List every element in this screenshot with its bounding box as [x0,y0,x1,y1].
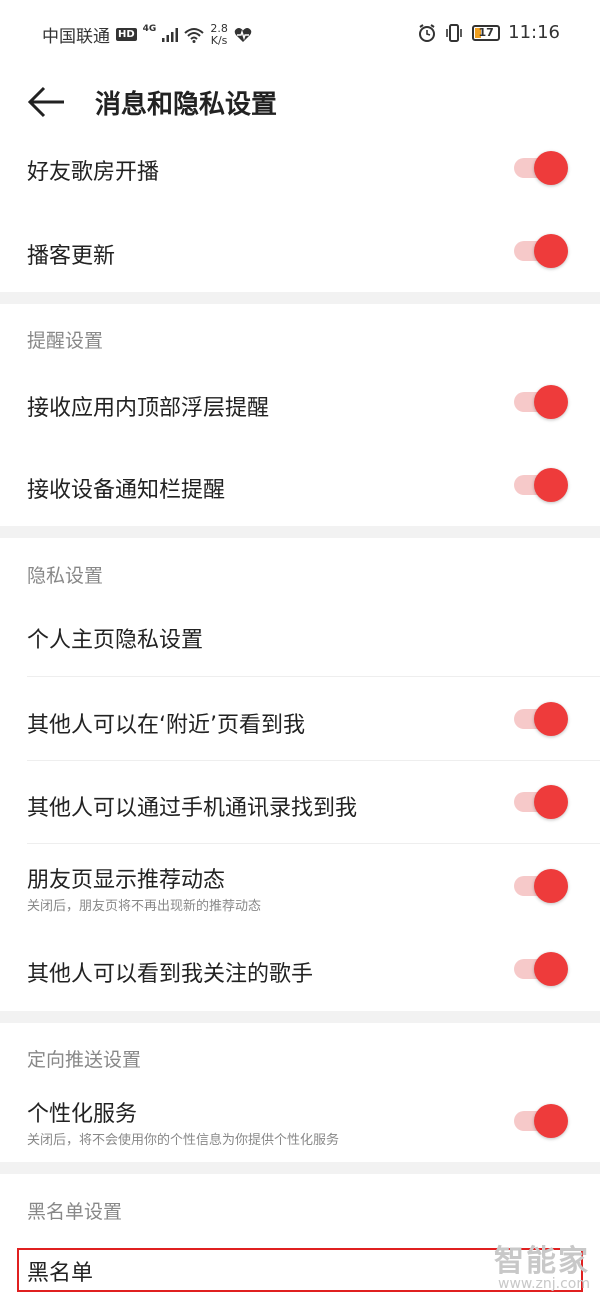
friend-recommend-toggle[interactable] [514,869,568,903]
page-title: 消息和隐私设置 [95,90,278,120]
setting-label: 好友歌房开播 [27,160,160,185]
toggle-knob [534,1104,568,1138]
podcast-update-toggle[interactable] [514,234,568,268]
back-button[interactable] [26,82,68,122]
setting-description: 关闭后，将不会使用你的个性信息为你提供个性化服务 [27,1133,340,1148]
setting-row-friend-room: 好友歌房开播 [0,136,600,208]
personalized-toggle[interactable] [514,1104,568,1138]
setting-description: 关闭后，朋友页将不再出现新的推荐动态 [27,899,262,914]
section-gap [0,1162,600,1174]
hd-badge: HD [116,28,137,41]
setting-row-podcast-update: 播客更新 [0,208,600,292]
network-type-label: 4G [142,23,157,34]
watermark: 智能家 www.znj.com [494,1236,590,1292]
notification-bar-toggle[interactable] [514,468,568,502]
status-bar: 中国联通 HD 4G 2.8 K/s 17 11:16 [0,0,600,68]
setting-row-friend-recommend: 朋友页显示推荐动态 关闭后，朋友页将不再出现新的推荐动态 [0,844,600,927]
followed-singers-toggle[interactable] [514,952,568,986]
network-speed: 2.8 K/s [210,21,228,47]
watermark-url: www.znj.com [498,1276,590,1292]
setting-label: 个性化服务 [27,1102,138,1127]
toggle-knob [534,468,568,502]
wifi-icon [184,27,204,43]
section-gap [0,292,600,304]
watermark-logo: 智能家 [494,1244,590,1279]
toggle-knob [534,385,568,419]
setting-row-in-app-float: 接收应用内顶部浮层提醒 [0,360,600,444]
alarm-icon [419,23,436,42]
speed-unit: K/s [210,33,228,47]
toggle-knob [534,952,568,986]
battery-icon: 17 [472,24,501,41]
setting-row-personalized: 个性化服务 关闭后，将不会使用你的个性信息为你提供个性化服务 [0,1080,600,1162]
setting-row-followed-singers: 其他人可以看到我关注的歌手 [0,927,600,1011]
contacts-find-toggle[interactable] [514,785,568,819]
status-bar-left: 中国联通 HD 4G 2.8 K/s [42,22,252,47]
toggle-knob [534,869,568,903]
vibrate-icon [446,23,462,42]
toggle-knob [534,151,568,185]
in-app-float-toggle[interactable] [514,385,568,419]
setting-label: 朋友页显示推荐动态 [27,868,226,893]
speed-value: 2.8 [210,21,228,35]
app-header: 消息和隐私设置 [0,68,600,136]
setting-row-notification-bar: 接收设备通知栏提醒 [0,444,600,526]
toggle-knob [534,234,568,268]
back-arrow-icon [27,86,64,118]
section-title-privacy: 隐私设置 [27,565,104,587]
battery-level: 17 [478,25,494,39]
setting-label: 其他人可以看到我关注的歌手 [27,962,314,987]
setting-label: 其他人可以通过手机通讯录找到我 [27,796,358,821]
toggle-knob [534,785,568,819]
section-title-targeted-push: 定向推送设置 [27,1049,142,1071]
signal-icon [162,27,179,42]
setting-label: 播客更新 [27,244,116,269]
setting-label: 其他人可以在‘附近’页看到我 [27,713,305,738]
section-title-blacklist: 黑名单设置 [27,1201,123,1223]
setting-row-homepage-privacy[interactable]: 个人主页隐私设置 [0,596,600,676]
setting-row-nearby-visible: 其他人可以在‘附近’页看到我 [0,677,600,760]
section-gap [0,526,600,538]
setting-label: 接收设备通知栏提醒 [27,478,226,503]
section-title-reminder: 提醒设置 [27,330,104,352]
setting-label: 个人主页隐私设置 [27,628,204,653]
setting-label: 接收应用内顶部浮层提醒 [27,396,270,421]
carrier-label: 中国联通 [42,27,110,47]
toggle-knob [534,702,568,736]
clock: 11:16 [508,22,560,43]
friend-room-toggle[interactable] [514,151,568,185]
section-gap [0,1011,600,1023]
status-bar-right: 17 11:16 [418,22,560,43]
setting-row-contacts-find: 其他人可以通过手机通讯录找到我 [0,761,600,843]
nearby-visible-toggle[interactable] [514,702,568,736]
heart-monitor-icon [234,27,252,42]
